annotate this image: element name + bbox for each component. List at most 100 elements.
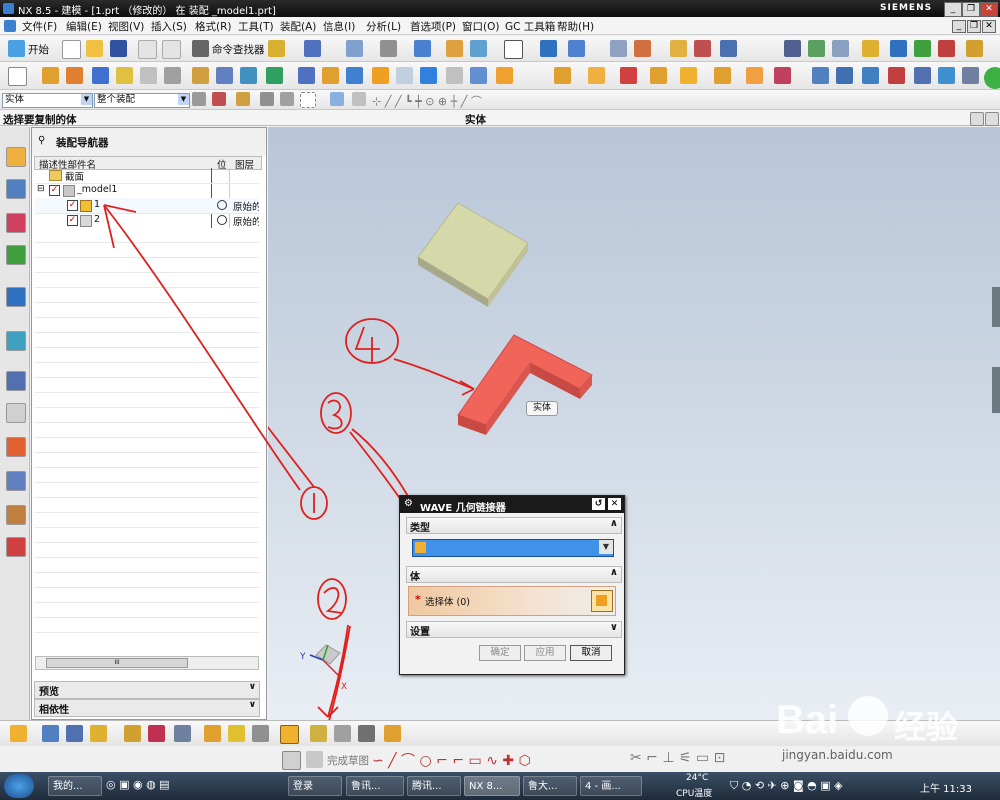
save-icon[interactable]: [110, 40, 127, 57]
type-filter-select[interactable]: 实体 ▼: [2, 93, 93, 108]
hole-icon[interactable]: [140, 67, 157, 84]
start-button-label[interactable]: 开始: [28, 42, 49, 57]
split-icon[interactable]: [496, 67, 513, 84]
tree-row-part-1[interactable]: ✓ 1 原始的: [35, 198, 259, 214]
menu-format[interactable]: 格式(R): [195, 19, 232, 34]
gear-icon[interactable]: ⚙: [404, 498, 413, 509]
clock-tab-icon[interactable]: [6, 371, 26, 391]
assembly-icon[interactable]: [540, 40, 557, 57]
graphics-window[interactable]: Y X 1 2 3 4 实体: [268, 127, 1000, 720]
shell-icon[interactable]: [372, 67, 389, 84]
body-section-header[interactable]: 体 ∧: [406, 566, 622, 583]
taskbar-item[interactable]: 鲁大...: [523, 776, 577, 796]
taskbar-item[interactable]: 腾讯...: [407, 776, 461, 796]
tools-icon[interactable]: [694, 40, 711, 57]
minimize-icon[interactable]: _: [944, 2, 962, 17]
new-component-icon[interactable]: [42, 725, 59, 742]
patch-icon[interactable]: [938, 67, 955, 84]
menu-insert[interactable]: 插入(S): [151, 19, 187, 34]
menu-info[interactable]: 信息(I): [323, 19, 355, 34]
l-shaped-body[interactable]: [457, 334, 593, 435]
taskbar-item-active[interactable]: NX 8...: [464, 776, 520, 796]
finish-sketch-icon[interactable]: [306, 751, 323, 768]
taskbar-item[interactable]: 登录: [288, 776, 342, 796]
graphics-canvas[interactable]: Y X 1 2 3 4: [268, 127, 1000, 720]
face-rule-icon[interactable]: [280, 92, 294, 106]
mirror-assembly-icon[interactable]: [204, 725, 221, 742]
mate-icon[interactable]: [938, 40, 955, 57]
boss-icon[interactable]: [164, 67, 181, 84]
menu-analysis[interactable]: 分析(L): [366, 19, 401, 34]
delete-face-icon[interactable]: [620, 67, 637, 84]
horizontal-scrollbar[interactable]: III: [35, 656, 259, 670]
drag-icon[interactable]: [966, 40, 983, 57]
measure-icon[interactable]: [670, 40, 687, 57]
orient-icon[interactable]: [304, 40, 321, 57]
menu-preferences[interactable]: 首选项(P): [410, 19, 456, 34]
manufacturing-wizard-tab-icon[interactable]: [6, 471, 26, 491]
dependency-panel-header[interactable]: 相依性 ∨: [34, 699, 260, 717]
fit-icon[interactable]: [346, 40, 363, 57]
selection-options-icon[interactable]: [212, 92, 226, 106]
extract-icon[interactable]: [914, 67, 931, 84]
mirror-face-icon[interactable]: [774, 67, 791, 84]
type-section-header[interactable]: 类型 ∧: [406, 517, 622, 534]
plate-body[interactable]: [417, 202, 529, 307]
replace-component-icon[interactable]: [90, 725, 107, 742]
redo-icon[interactable]: [162, 40, 181, 59]
ok-button[interactable]: 确定: [479, 645, 521, 661]
doc-minimize-icon[interactable]: _: [952, 20, 966, 33]
pin-icon[interactable]: ⚲: [38, 135, 45, 146]
constraint-navigator-tab-icon[interactable]: [6, 179, 26, 199]
taskbar-item[interactable]: 我的...: [48, 776, 102, 796]
undo-icon[interactable]: [138, 40, 157, 59]
menu-file[interactable]: 文件(F): [22, 19, 57, 34]
draft-icon[interactable]: [396, 67, 413, 84]
intersect-icon[interactable]: [240, 67, 257, 84]
wave-link-icon[interactable]: [310, 725, 327, 742]
assembly-constraint-icon[interactable]: [148, 725, 165, 742]
extrude-icon[interactable]: [42, 67, 59, 84]
component-icon[interactable]: [568, 40, 585, 57]
layer-stack-icon[interactable]: [808, 40, 825, 57]
section-icon[interactable]: [470, 40, 487, 57]
new-file-icon[interactable]: [62, 40, 81, 59]
preview-panel-header[interactable]: 预览 ∨: [34, 681, 260, 699]
background-icon[interactable]: [504, 40, 523, 59]
rectangle-select-icon[interactable]: [300, 92, 316, 108]
sequence-icon[interactable]: [228, 725, 245, 742]
restore-icon[interactable]: ❐: [962, 2, 980, 17]
select-body-row[interactable]: * 选择体 (0): [408, 586, 616, 616]
reset-icon[interactable]: ↺: [592, 498, 605, 510]
maximize-view-icon[interactable]: [970, 112, 984, 126]
collapse-icon[interactable]: ⊟: [37, 184, 45, 194]
mesh-icon[interactable]: [962, 67, 979, 84]
visibility-checkbox[interactable]: ✓: [67, 200, 78, 211]
move-face-icon[interactable]: [588, 67, 605, 84]
filter-icon[interactable]: [192, 92, 206, 106]
clearance-icon[interactable]: [334, 725, 351, 742]
start-icon[interactable]: [8, 40, 25, 57]
web-browser-tab-icon[interactable]: [6, 287, 26, 307]
sketch-icon[interactable]: [282, 751, 301, 770]
dialog-title-bar[interactable]: ⚙ WAVE 几何链接器 ↺ ✕: [400, 496, 624, 514]
cylinder-icon[interactable]: [116, 67, 133, 84]
menu-view[interactable]: 视图(V): [108, 19, 144, 34]
unite-icon[interactable]: [192, 67, 209, 84]
rotate-icon[interactable]: [380, 40, 397, 57]
menu-gc-toolbox[interactable]: GC 工具箱: [505, 19, 555, 34]
settings-section-header[interactable]: 设置 ∨: [406, 621, 622, 638]
doc-restore-icon[interactable]: ❐: [967, 20, 981, 33]
move-component-icon[interactable]: [124, 725, 141, 742]
menu-tools[interactable]: 工具(T): [238, 19, 274, 34]
offset-region-icon[interactable]: [714, 67, 731, 84]
right-edge-handle[interactable]: [992, 287, 1000, 327]
select-all-icon[interactable]: [236, 92, 250, 106]
product-outline-icon[interactable]: [384, 725, 401, 742]
wave-link-icon[interactable]: [268, 40, 285, 57]
apply-button[interactable]: 应用: [524, 645, 566, 661]
block-icon[interactable]: [92, 67, 109, 84]
sew-icon[interactable]: [888, 67, 905, 84]
restore-view-icon[interactable]: [985, 112, 999, 126]
show-hide-icon[interactable]: [174, 725, 191, 742]
